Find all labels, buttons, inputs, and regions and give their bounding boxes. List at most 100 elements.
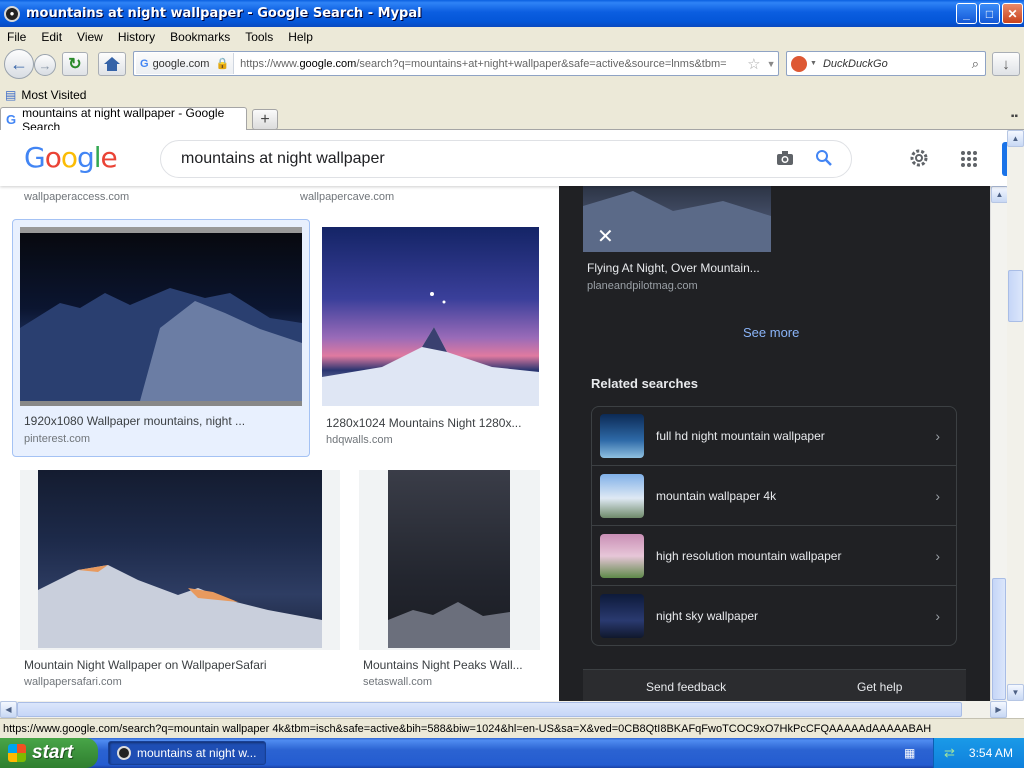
menu-file[interactable]: File <box>0 30 34 44</box>
bookmark-star-icon[interactable]: ☆ <box>747 55 760 73</box>
close-preview-icon[interactable]: ✕ <box>597 224 614 249</box>
menu-view[interactable]: View <box>70 30 111 44</box>
back-arrow-icon[interactable]: ← <box>4 49 34 79</box>
page-scrollbar[interactable]: ▲ <box>990 186 1007 701</box>
apps-grid-icon[interactable] <box>960 150 978 171</box>
browser-horizontal-scrollbar[interactable]: ◀ ▶ <box>0 701 1007 718</box>
search-icon[interactable] <box>815 149 833 172</box>
logo-letter: g <box>76 141 95 174</box>
chevron-right-icon: › <box>935 607 940 624</box>
duckduckgo-icon[interactable] <box>791 55 807 72</box>
forward-arrow-icon[interactable]: → <box>34 54 56 76</box>
send-feedback-link[interactable]: Send feedback <box>646 680 726 694</box>
result-caption: Mountain Night Wallpaper on WallpaperSaf… <box>24 658 267 672</box>
taskbar-item-label: mountains at night w... <box>137 746 257 760</box>
google-header: Google mountains at night wallpaper <box>0 130 1007 186</box>
browser-vertical-scrollbar[interactable]: ▲ ▼ <box>1007 130 1024 701</box>
most-visited-link[interactable]: Most Visited <box>21 88 86 102</box>
clock[interactable]: 3:54 AM <box>969 746 1013 760</box>
result-source[interactable]: hdqwalls.com <box>326 434 393 446</box>
menu-history[interactable]: History <box>111 30 163 44</box>
result-thumbnail[interactable] <box>20 227 302 406</box>
related-thumbnail <box>600 473 644 518</box>
related-search-item[interactable]: full hd night mountain wallpaper › <box>591 406 957 466</box>
new-tab-button[interactable]: + <box>252 109 278 130</box>
related-searches-title: Related searches <box>591 376 698 391</box>
image-preview-panel: ✕ Flying At Night, Over Mountain... plan… <box>559 186 990 701</box>
browser-scrollbar-thumb[interactable] <box>1008 270 1023 322</box>
status-text: https://www.google.com/search?q=mountain… <box>3 722 932 735</box>
result-thumbnail[interactable] <box>322 227 539 406</box>
get-help-link[interactable]: Get help <box>857 680 902 694</box>
scroll-left-icon[interactable]: ◀ <box>0 701 17 718</box>
search-query: mountains at night wallpaper <box>181 150 385 167</box>
result-thumbnail[interactable] <box>20 470 340 650</box>
hscroll-thumb[interactable] <box>17 702 962 717</box>
system-tray: ⇄ 3:54 AM <box>933 738 1024 768</box>
mypal-app-icon <box>117 746 131 760</box>
start-button[interactable]: start <box>0 738 98 768</box>
menu-tools[interactable]: Tools <box>238 30 281 44</box>
settings-gear-icon[interactable] <box>908 147 930 172</box>
maximize-button[interactable]: □ <box>979 3 1000 24</box>
account-indicator <box>1002 142 1007 176</box>
google-search-input[interactable]: mountains at night wallpaper <box>160 140 852 178</box>
result-source[interactable]: pinterest.com <box>24 433 90 445</box>
url-dropdown-icon[interactable]: ▼ <box>767 59 776 69</box>
menu-bookmarks[interactable]: Bookmarks <box>163 30 238 44</box>
see-more-link[interactable]: See more <box>743 325 799 340</box>
tab-list-icon[interactable]: ▪▪ <box>1011 111 1018 122</box>
download-icon[interactable]: ↓ <box>992 52 1020 76</box>
keyboard-icon[interactable]: ▦ <box>904 746 915 760</box>
engine-dropdown-icon[interactable]: ▼ <box>810 60 817 67</box>
preview-source[interactable]: planeandpilotmag.com <box>587 280 698 292</box>
url-bar[interactable]: G google.com 🔒 https://www.google.com/se… <box>133 51 779 76</box>
related-thumbnail <box>600 414 644 458</box>
site-identity[interactable]: G google.com 🔒 <box>136 53 235 74</box>
home-icon[interactable] <box>98 52 126 76</box>
close-button[interactable]: ✕ <box>1002 3 1023 24</box>
search-engine-bar[interactable]: ▼ DuckDuckGo ⌕ <box>786 51 986 76</box>
menu-edit[interactable]: Edit <box>34 30 70 44</box>
result-source[interactable]: wallpapersafari.com <box>24 676 122 688</box>
url-text[interactable]: https://www.google.com/search?q=mountain… <box>240 58 745 70</box>
related-search-item[interactable]: night sky wallpaper › <box>591 586 957 646</box>
feedback-bar: Send feedback Get help <box>583 669 966 701</box>
scroll-right-icon[interactable]: ▶ <box>990 701 1007 718</box>
page-scrollbar-thumb[interactable] <box>992 578 1006 700</box>
start-label: start <box>32 742 74 763</box>
result-thumbnail[interactable] <box>359 470 540 650</box>
chevron-right-icon: › <box>935 487 940 504</box>
related-search-item[interactable]: mountain wallpaper 4k › <box>591 466 957 526</box>
tab-google-search[interactable]: G mountains at night wallpaper - Google … <box>0 106 247 134</box>
google-favicon-icon: G <box>6 112 17 127</box>
window-title: mountains at night wallpaper - Google Se… <box>26 6 422 21</box>
page-content: Google mountains at night wallpaper wall… <box>0 130 1007 701</box>
preview-caption[interactable]: Flying At Night, Over Mountain... <box>587 261 760 275</box>
menu-help[interactable]: Help <box>281 30 321 44</box>
result-source[interactable]: wallpaperaccess.com <box>24 191 129 203</box>
logo-letter: o <box>60 141 78 174</box>
chevron-right-icon: › <box>935 547 940 564</box>
search-go-icon[interactable]: ⌕ <box>972 56 979 72</box>
result-source[interactable]: setaswall.com <box>363 676 432 688</box>
camera-icon[interactable] <box>776 150 794 171</box>
related-search-label: full hd night mountain wallpaper <box>656 429 825 443</box>
navigation-toolbar: ← → ↻ G google.com 🔒 https://www.google.… <box>0 46 1024 84</box>
network-icon[interactable]: ⇄ <box>944 745 955 761</box>
result-caption: Mountains Night Peaks Wall... <box>363 658 523 672</box>
scroll-down-icon[interactable]: ▼ <box>1007 684 1024 701</box>
window-titlebar: ● mountains at night wallpaper - Google … <box>0 0 1024 27</box>
lock-icon: 🔒 <box>215 58 230 70</box>
related-search-item[interactable]: high resolution mountain wallpaper › <box>591 526 957 586</box>
taskbar-item-mypal[interactable]: mountains at night w... <box>108 741 266 765</box>
reload-icon[interactable]: ↻ <box>62 52 88 76</box>
related-thumbnail <box>600 593 644 638</box>
image-result-selected[interactable]: 1920x1080 Wallpaper mountains, night ...… <box>12 219 310 457</box>
google-logo[interactable]: Google <box>24 141 118 174</box>
result-source[interactable]: wallpapercave.com <box>300 191 394 203</box>
google-favicon-icon: G <box>140 57 149 70</box>
minimize-button[interactable]: _ <box>956 3 977 24</box>
scroll-up-icon[interactable]: ▲ <box>991 186 1007 203</box>
scroll-up-icon[interactable]: ▲ <box>1007 130 1024 147</box>
